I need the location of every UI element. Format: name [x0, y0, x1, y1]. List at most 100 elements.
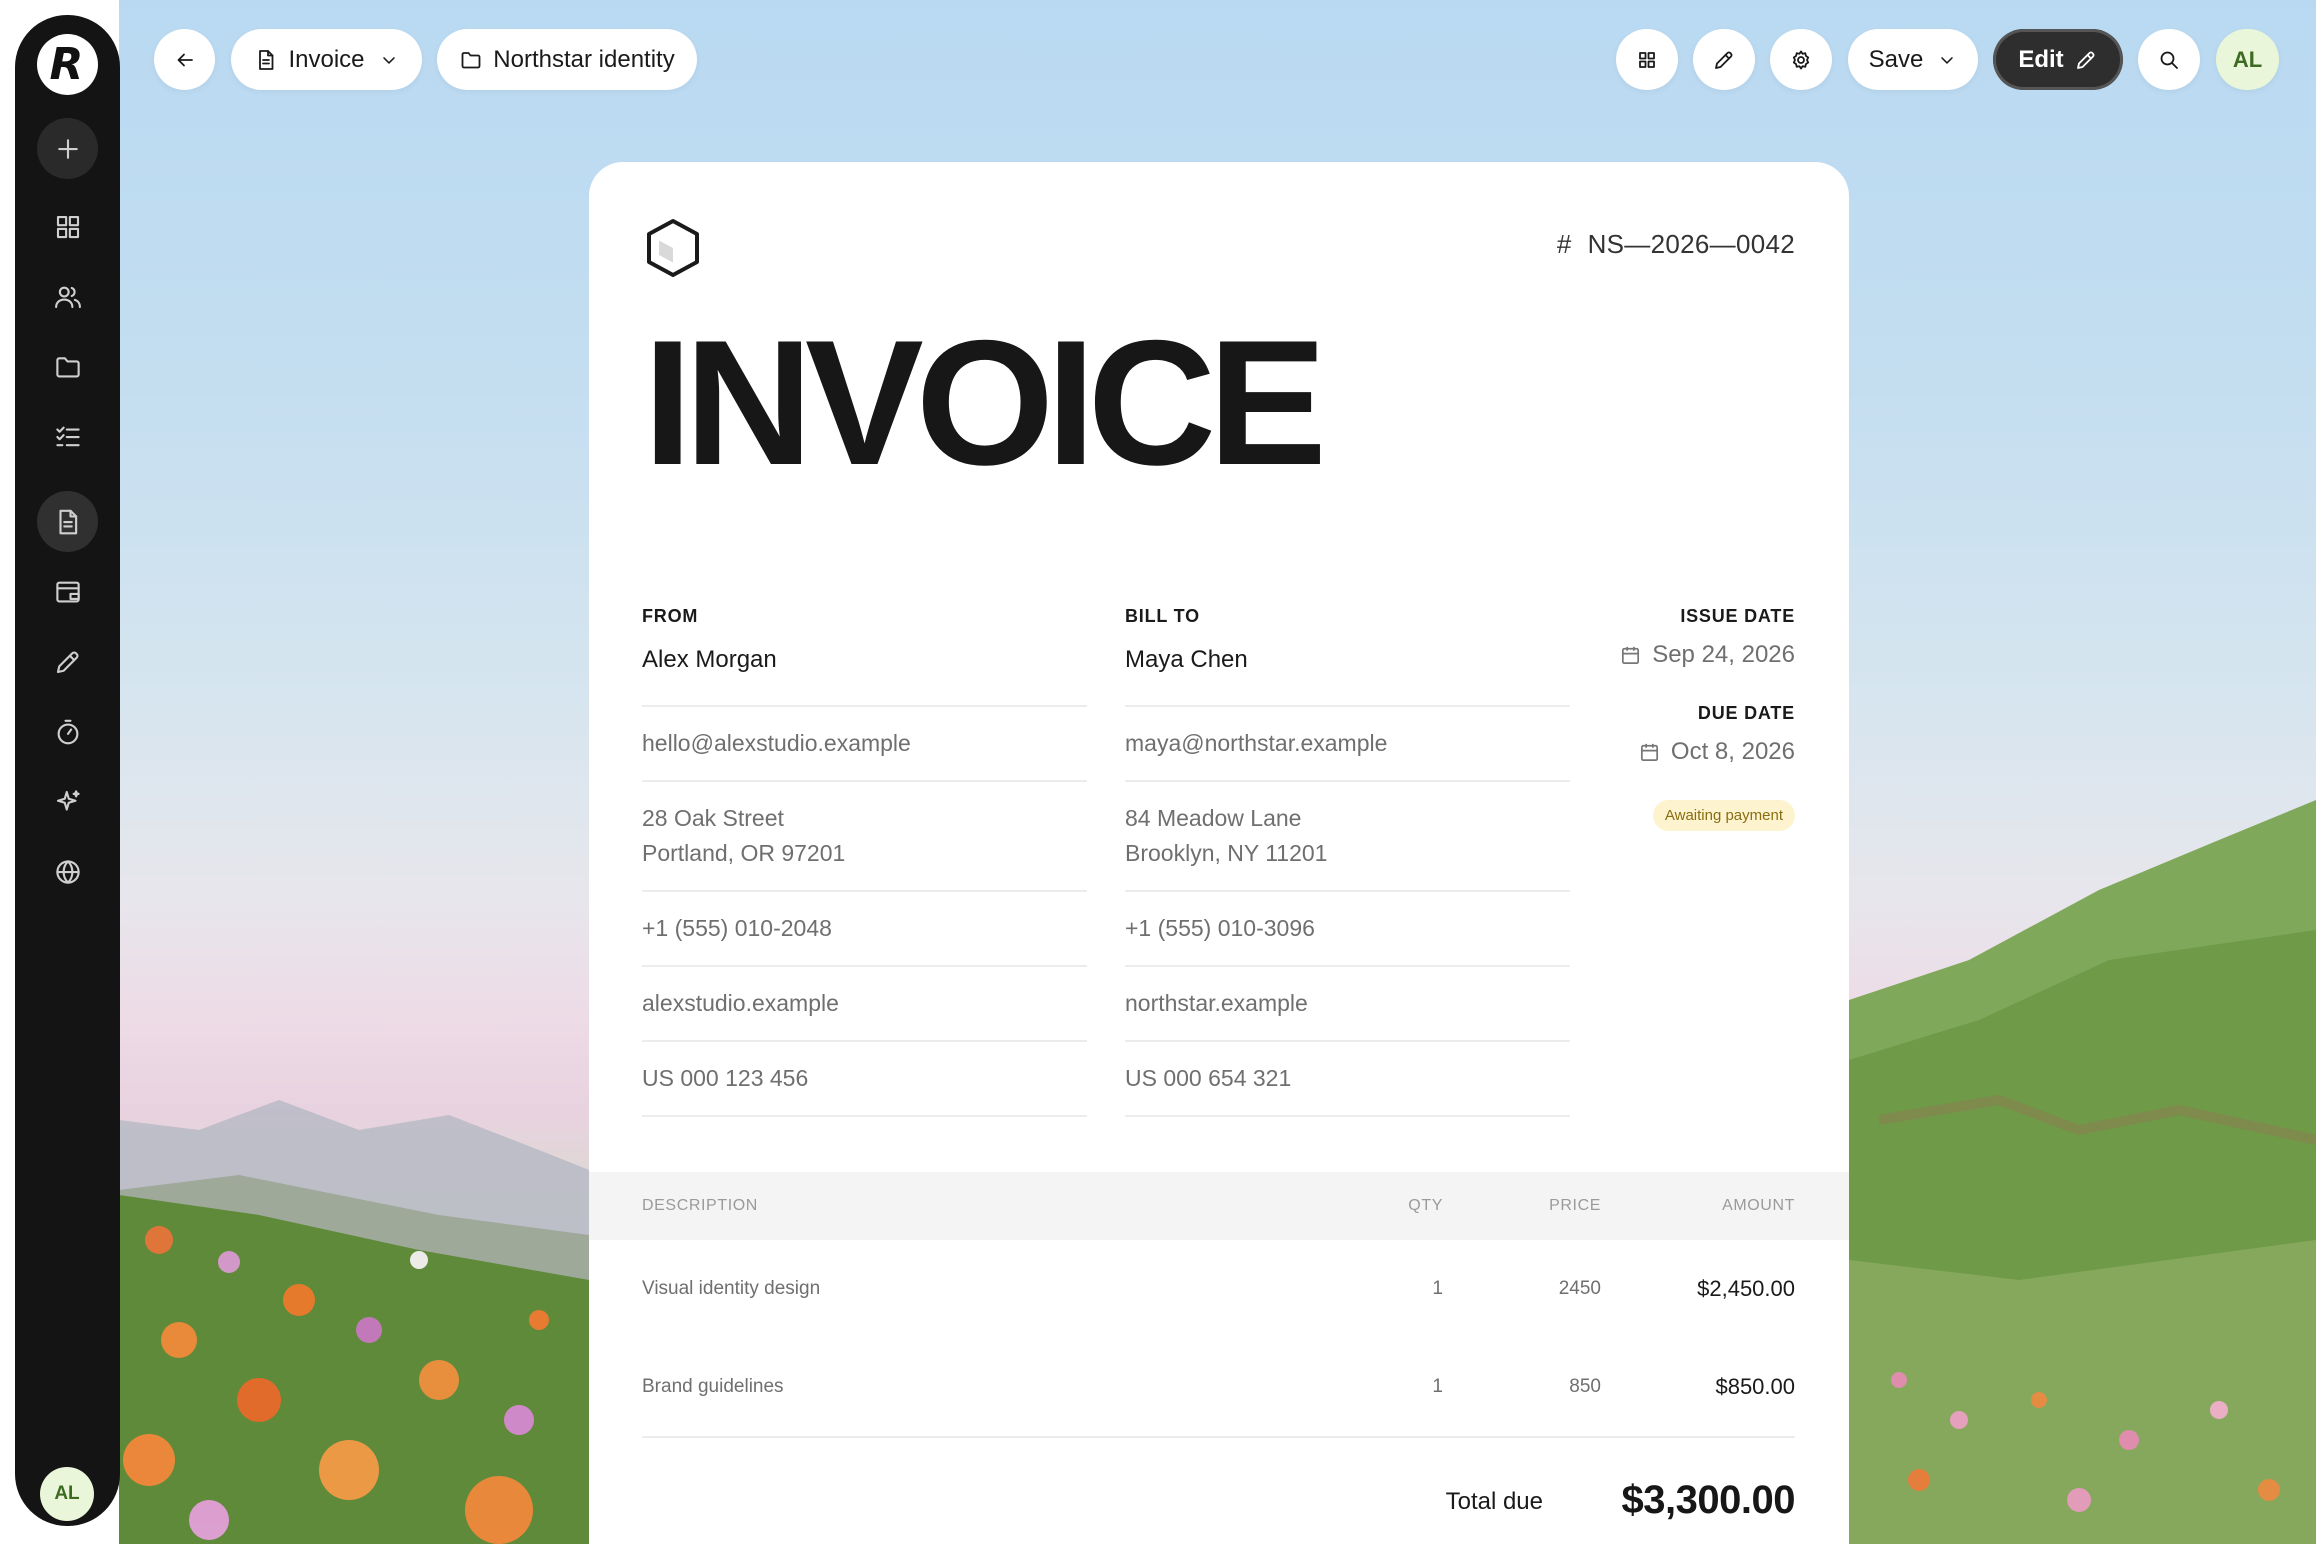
row-amount: $850.00 [1715, 1374, 1795, 1399]
layout-button[interactable] [1616, 29, 1678, 90]
column-header-description: DESCRIPTION [642, 1197, 758, 1214]
hexagon-logo-icon [647, 219, 699, 277]
sidebar-item-projects[interactable] [37, 336, 98, 397]
settings-button[interactable] [1770, 29, 1832, 90]
row-qty: 1 [1432, 1278, 1443, 1299]
from-website-field[interactable]: alexstudio.example [642, 967, 1087, 1042]
table-row[interactable]: Visual identity design 1 2450 $2,450.00 [589, 1240, 1849, 1338]
row-description: Brand guidelines [642, 1376, 784, 1397]
row-qty: 1 [1432, 1376, 1443, 1397]
bill-to-email-field[interactable]: maya@northstar.example [1125, 707, 1570, 782]
invoice-number: # NS—2026—0042 [1557, 229, 1795, 260]
sparkle-icon [56, 789, 80, 811]
from-tax-id-field[interactable]: US 000 123 456 [642, 1042, 1087, 1117]
edit-label: Edit [2018, 45, 2064, 73]
from-address-line1: 28 Oak Street [642, 805, 784, 831]
total-label: Total due [1445, 1488, 1543, 1515]
invoice-number-prefix: # [1556, 229, 1572, 259]
issue-date-label: ISSUE DATE [1680, 606, 1795, 626]
table-divider [642, 1436, 1795, 1438]
row-price: 850 [1569, 1376, 1601, 1397]
bill-to-phone-field[interactable]: +1 (555) 010-3096 [1125, 892, 1570, 967]
sidebar-new-button[interactable] [37, 118, 98, 179]
sidebar-item-tasks[interactable] [37, 406, 98, 467]
column-header-price: PRICE [1549, 1197, 1601, 1214]
pencil-icon [2076, 51, 2095, 69]
save-label: Save [1868, 45, 1924, 73]
bill-to-address-field[interactable]: 84 Meadow Lane Brooklyn, NY 11201 [1125, 782, 1570, 892]
annotate-button[interactable] [1693, 29, 1755, 90]
search-button[interactable] [2138, 29, 2200, 90]
pencil-icon [56, 650, 79, 673]
invoice-card: # NS—2026—0042 INVOICE FROM Alex Morgan h… [589, 162, 1849, 1544]
save-dropdown[interactable]: Save [1848, 29, 1978, 90]
from-section: FROM Alex Morgan hello@alexstudio.exampl… [642, 606, 1087, 1117]
due-date-value: Oct 8, 2026 [1670, 738, 1795, 765]
arrow-left-icon [177, 53, 193, 66]
bill-to-address-line2: Brooklyn, NY 11201 [1125, 840, 1328, 866]
sidebar-user-avatar[interactable]: AL [40, 1467, 94, 1521]
column-header-qty: QTY [1408, 1197, 1443, 1214]
sidebar-item-invoices[interactable] [37, 491, 98, 552]
edit-button[interactable]: Edit [1993, 29, 2123, 90]
sidebar-item-web[interactable] [37, 841, 98, 902]
calendar-icon [1622, 646, 1640, 664]
pencil-icon [1715, 51, 1733, 69]
app-logo[interactable]: R [37, 34, 98, 95]
due-date-label: DUE DATE [1697, 703, 1795, 723]
plus-icon [57, 138, 78, 159]
from-address-field[interactable]: 28 Oak Street Portland, OR 97201 [642, 782, 1087, 892]
checklist-icon [55, 426, 80, 446]
sidebar-item-contacts[interactable] [37, 266, 98, 327]
row-description: Visual identity design [642, 1278, 821, 1299]
folder-icon [461, 51, 481, 68]
issue-date-value: Sep 24, 2026 [1652, 641, 1795, 668]
sidebar-item-time[interactable] [37, 701, 98, 762]
user-initials: AL [2232, 46, 2263, 72]
status-badge: Awaiting payment [1652, 800, 1795, 831]
globe-icon [55, 859, 80, 884]
column-header-amount: AMOUNT [1722, 1197, 1795, 1214]
sidebar: R AL [15, 15, 120, 1526]
sidebar-item-drafts[interactable] [37, 631, 98, 692]
sidebar-item-ai[interactable] [37, 771, 98, 832]
row-amount: $2,450.00 [1697, 1276, 1795, 1301]
bill-to-section: BILL TO Maya Chen maya@northstar.example… [1125, 606, 1570, 1117]
dates-section: ISSUE DATE Sep 24, 2026 DUE DATE Oct 8, … [1619, 606, 1795, 831]
users-icon [54, 286, 81, 308]
folder-icon [55, 356, 80, 377]
issue-date-picker[interactable]: Sep 24, 2026 [1619, 641, 1795, 669]
grid-icon [56, 215, 79, 238]
row-price: 2450 [1558, 1278, 1601, 1299]
from-address-line2: Portland, OR 97201 [642, 840, 846, 866]
search-icon [2160, 51, 2178, 69]
bill-to-website-field[interactable]: northstar.example [1125, 967, 1570, 1042]
bill-to-tax-id-field[interactable]: US 000 654 321 [1125, 1042, 1570, 1117]
document-icon [259, 49, 274, 70]
calendar-icon [1640, 743, 1658, 761]
bill-to-address-line1: 84 Meadow Lane [1125, 805, 1302, 831]
table-row[interactable]: Brand guidelines 1 850 $850.00 [589, 1338, 1849, 1436]
doc-type-dropdown[interactable]: Invoice [231, 29, 422, 90]
back-button[interactable] [154, 29, 215, 90]
sidebar-item-wallet[interactable] [37, 561, 98, 622]
chevron-down-icon [1941, 56, 1954, 64]
bill-to-name-field[interactable]: Maya Chen [1125, 628, 1570, 707]
from-phone-field[interactable]: +1 (555) 010-2048 [642, 892, 1087, 967]
doc-type-label: Invoice [288, 45, 365, 73]
gear-icon [1792, 50, 1810, 69]
from-name-field[interactable]: Alex Morgan [642, 628, 1087, 707]
bill-to-label: BILL TO [1125, 606, 1200, 626]
due-date-picker[interactable]: Oct 8, 2026 [1619, 738, 1795, 766]
project-label: Northstar identity [493, 45, 675, 73]
timer-icon [57, 719, 78, 744]
line-items-header: DESCRIPTION QTY PRICE AMOUNT [589, 1172, 1849, 1240]
total-amount: $3,300.00 [1621, 1478, 1796, 1522]
from-label: FROM [642, 606, 699, 626]
user-avatar[interactable]: AL [2216, 29, 2279, 90]
invoice-title: INVOICE [643, 303, 1327, 502]
wallet-icon [55, 581, 80, 602]
sidebar-item-dashboard[interactable] [37, 196, 98, 257]
from-email-field[interactable]: hello@alexstudio.example [642, 707, 1087, 782]
project-selector[interactable]: Northstar identity [437, 29, 697, 90]
